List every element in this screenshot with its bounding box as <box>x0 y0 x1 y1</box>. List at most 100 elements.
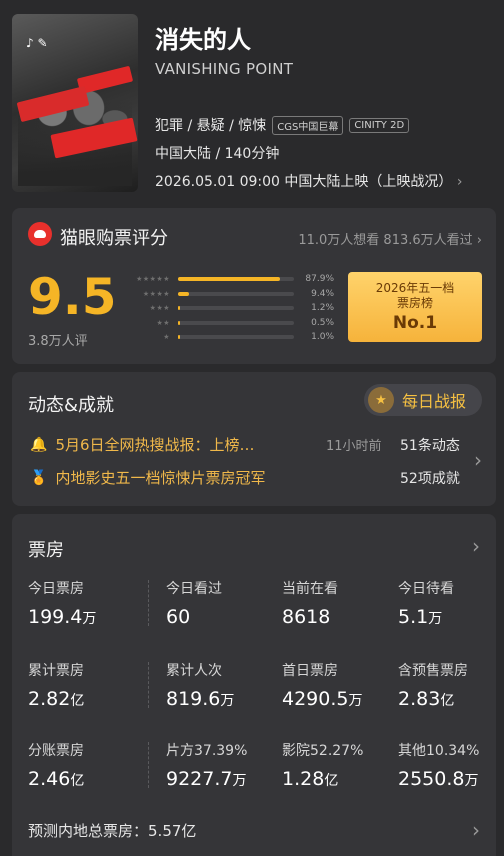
achievement-count: 52项成就 <box>400 471 460 487</box>
distribution-percent: 9.4% <box>311 288 334 299</box>
activity-item[interactable]: 🔔 5月6日全网热搜战报：上榜… <box>30 434 255 455</box>
stat-first-day-box-office: 首日票房 4290.5万 <box>282 660 398 710</box>
distribution-percent: 0.5% <box>311 317 334 328</box>
rating-count: 3.8万人评 <box>28 334 88 349</box>
distribution-bar <box>178 335 294 340</box>
stat-label: 今日票房 <box>28 581 84 597</box>
medal-icon: ★ <box>368 387 394 413</box>
format-tag: CINITY 2D <box>349 117 410 133</box>
chevron-right-icon[interactable]: › <box>472 534 480 558</box>
poster-signature: ♪ ✎ <box>26 36 48 50</box>
stat-label: 影院52.27% <box>282 743 364 759</box>
stat-label: 分账票房 <box>28 743 84 759</box>
forecast-value: 5.57亿 <box>148 822 197 840</box>
distribution-row: ★ 1.0% <box>122 330 334 345</box>
stat-label: 其他10.34% <box>398 743 480 759</box>
chevron-right-icon: › <box>476 233 482 248</box>
release-info: 2026.05.01 09:00 中国大陆上映（上映战况） <box>155 174 453 190</box>
rating-score: 9.5 <box>28 268 117 326</box>
rating-card: 猫眼购票评分 11.0万人想看 813.6万人看过 › 9.5 3.8万人评 ★… <box>12 208 496 364</box>
stat-producer-share: 片方37.39% 9227.7万 <box>166 740 282 790</box>
maoyan-cat-icon <box>28 222 52 246</box>
region-duration: 中国大陆 / 140分钟 <box>155 146 280 162</box>
stat-value: 4290.5万 <box>282 688 363 710</box>
stat-value: 2.82亿 <box>28 688 85 710</box>
release-info-link[interactable]: 2026.05.01 09:00 中国大陆上映（上映战况） › <box>155 171 462 191</box>
stat-today-box-office: 今日票房 199.4万 <box>28 578 144 628</box>
want-seen-count: 11.0万人想看 813.6万人看过 <box>298 233 473 248</box>
movie-header: ♪ ✎ 消失的人 VANISHING POINT 犯罪 / 悬疑 / 惊悚 CG… <box>0 0 504 200</box>
movie-poster[interactable]: ♪ ✎ <box>12 14 138 192</box>
distribution-percent: 1.0% <box>311 332 334 343</box>
stat-label: 今日待看 <box>398 581 454 597</box>
stat-value: 819.6万 <box>166 688 235 710</box>
three-star-icon: ★★★ <box>149 304 170 313</box>
distribution-row: ★★★★★ 87.9% <box>122 272 334 287</box>
stat-cinema-share: 影院52.27% 1.28亿 <box>282 740 398 790</box>
distribution-bar-fill <box>178 291 189 296</box>
stat-total-box-office: 累计票房 2.82亿 <box>28 660 144 710</box>
distribution-bar-fill <box>178 306 180 311</box>
rank-list-name: 票房榜 <box>396 296 433 310</box>
box-office-title: 票房 <box>28 540 64 561</box>
stat-label: 当前在看 <box>282 581 338 597</box>
chevron-right-icon: › <box>456 174 463 190</box>
activity-time: 11小时前 <box>326 439 382 454</box>
movie-genres: 犯罪 / 悬疑 / 惊悚 CGS中国巨幕 CINITY 2D <box>155 115 410 135</box>
forecast-total-box-office[interactable]: 预测内地总票房：5.57亿 <box>28 820 196 841</box>
genre-text: 犯罪 / 悬疑 / 惊悚 <box>155 118 267 134</box>
stat-other-share: 其他10.34% 2550.8万 <box>398 740 504 790</box>
stat-label: 今日看过 <box>166 581 222 597</box>
divider <box>148 580 149 626</box>
activity-text: 5月6日全网热搜战报：上榜… <box>55 436 255 454</box>
distribution-bar-fill <box>178 320 180 325</box>
activity-card[interactable]: 动态&成就 ★ 每日战报 🔔 5月6日全网热搜战报：上榜… 11小时前 51条动… <box>12 372 496 506</box>
distribution-bar <box>178 277 294 282</box>
divider <box>148 742 149 788</box>
stat-value: 5.1万 <box>398 606 443 628</box>
stat-presale-box-office: 含预售票房 2.83亿 <box>398 660 504 710</box>
stat-value: 199.4万 <box>28 606 97 628</box>
stat-label: 首日票房 <box>282 663 338 679</box>
stat-value: 9227.7万 <box>166 768 247 790</box>
box-office-rank-badge[interactable]: 2026年五一档 票房榜 No.1 <box>348 272 482 342</box>
stat-value: 1.28亿 <box>282 768 339 790</box>
chevron-right-icon: › <box>472 818 480 842</box>
stat-value: 2.83亿 <box>398 688 455 710</box>
divider <box>148 662 149 708</box>
want-seen-link[interactable]: 11.0万人想看 813.6万人看过 › <box>298 229 482 248</box>
daily-report-button[interactable]: ★ 每日战报 <box>364 384 482 416</box>
daily-report-label: 每日战报 <box>402 392 467 411</box>
distribution-percent: 1.2% <box>311 303 334 314</box>
activity-title: 动态&成就 <box>28 395 115 416</box>
distribution-row: ★★★★ 9.4% <box>122 287 334 302</box>
achievement-item[interactable]: 🏅 内地影史五一档惊悚片票房冠军 <box>30 467 265 488</box>
distribution-row: ★★ 0.5% <box>122 316 334 331</box>
stat-total-admissions: 累计人次 819.6万 <box>166 660 282 710</box>
distribution-bar <box>178 306 294 311</box>
distribution-percent: 87.9% <box>305 274 334 285</box>
distribution-bar <box>178 320 294 325</box>
chevron-right-icon: › <box>474 448 482 472</box>
rating-title: 猫眼购票评分 <box>60 228 168 249</box>
forecast-label: 预测内地总票房： <box>28 822 149 840</box>
stat-value: 60 <box>166 606 191 628</box>
distribution-bar-fill <box>178 335 180 340</box>
stat-value: 2550.8万 <box>398 768 479 790</box>
format-tag: CGS中国巨幕 <box>272 115 344 135</box>
stat-label: 累计票房 <box>28 663 84 679</box>
distribution-bar <box>178 291 294 296</box>
stat-label: 片方37.39% <box>166 743 248 759</box>
stat-split-box-office: 分账票房 2.46亿 <box>28 740 144 790</box>
distribution-bar-fill <box>178 277 280 282</box>
stat-today-watched: 今日看过 60 <box>166 578 282 628</box>
stat-today-pending: 今日待看 5.1万 <box>398 578 504 628</box>
stat-label: 累计人次 <box>166 663 222 679</box>
bell-icon: 🔔 <box>30 436 48 453</box>
five-star-icon: ★★★★★ <box>136 275 170 284</box>
box-office-card: 票房 › 今日票房 199.4万 今日看过 60 当前在看 8618 今日待看 … <box>12 514 496 856</box>
stat-watching-now: 当前在看 8618 <box>282 578 398 628</box>
one-star-icon: ★ <box>163 333 170 342</box>
achievement-text: 内地影史五一档惊悚片票房冠军 <box>55 469 266 487</box>
two-star-icon: ★★ <box>156 318 170 327</box>
